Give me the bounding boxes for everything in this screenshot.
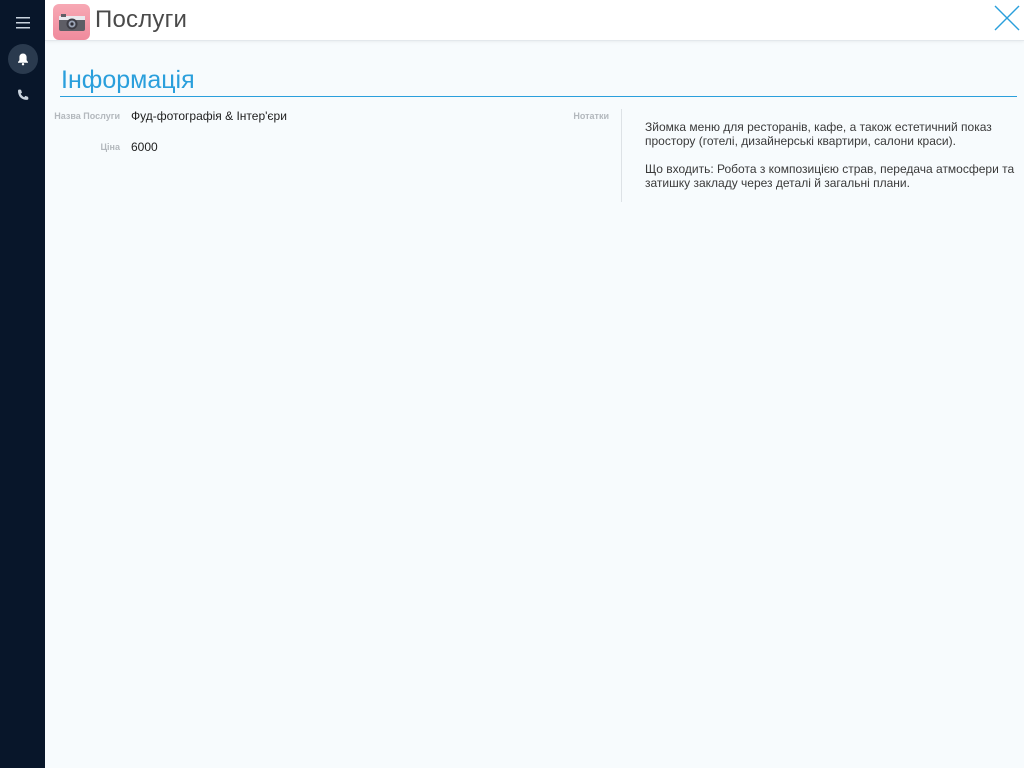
price-value: 6000 — [131, 140, 158, 154]
notes-text: Зйомка меню для ресторанів, кафе, а тако… — [645, 120, 1015, 204]
service-name-label: Назва Послуги — [54, 111, 120, 121]
service-name-value: Фуд-фотографія & Інтер'єри — [131, 109, 287, 123]
camera-icon — [58, 14, 85, 31]
section-title: Інформація — [61, 66, 195, 94]
top-bar: Послуги — [45, 0, 1024, 41]
phone-icon — [18, 89, 29, 100]
notes-label: Нотатки — [573, 111, 609, 121]
page-title: Послуги — [95, 6, 188, 33]
column-divider — [621, 109, 622, 202]
bell-icon — [18, 53, 28, 66]
close-icon — [994, 5, 1020, 31]
section-divider — [60, 96, 1017, 97]
close-button[interactable] — [993, 4, 1021, 32]
menu-button[interactable] — [8, 8, 38, 38]
notes-paragraph: Зйомка меню для ресторанів, кафе, а тако… — [645, 120, 992, 148]
app-icon — [53, 4, 90, 40]
phone-button[interactable] — [8, 80, 38, 110]
notifications-button[interactable] — [8, 44, 38, 74]
notes-paragraph: Що входить: Робота з композицією страв, … — [645, 162, 1015, 190]
menu-icon — [16, 17, 30, 29]
price-label: Ціна — [100, 142, 120, 152]
